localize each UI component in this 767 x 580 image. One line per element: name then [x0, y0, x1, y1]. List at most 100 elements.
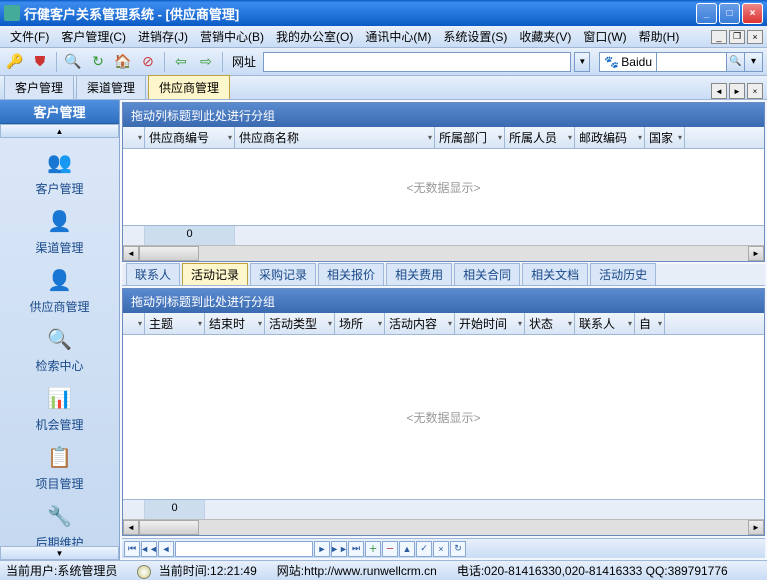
tab-channel-mgmt[interactable]: 渠道管理	[76, 75, 146, 99]
nav-position[interactable]	[175, 541, 313, 557]
tab-supplier-mgmt[interactable]: 供应商管理	[148, 75, 230, 99]
upper-col-2[interactable]: 所属部门▾	[435, 127, 505, 148]
chevron-down-icon[interactable]: ▾	[518, 319, 522, 328]
menu-window[interactable]: 窗口(W)	[577, 26, 632, 47]
nav-last[interactable]: ⏭	[348, 541, 364, 557]
home-icon[interactable]: 🏠	[112, 51, 134, 73]
lower-col-1[interactable]: 结束时▾	[205, 313, 265, 334]
sub-tab-2[interactable]: 采购记录	[250, 263, 316, 285]
sidebar-item-2[interactable]: 👤 供应商管理	[0, 260, 119, 319]
lower-col-4[interactable]: 活动内容▾	[385, 313, 455, 334]
close-button[interactable]: ×	[742, 3, 763, 24]
hscroll-thumb[interactable]	[139, 520, 199, 535]
tab-customer-mgmt[interactable]: 客户管理	[4, 75, 74, 99]
chevron-down-icon[interactable]: ▾	[658, 319, 662, 328]
chevron-down-icon[interactable]: ▾	[628, 319, 632, 328]
lower-col-0[interactable]: 主题▾	[145, 313, 205, 334]
chevron-down-icon[interactable]: ▾	[198, 319, 202, 328]
upper-col-4[interactable]: 邮政编码▾	[575, 127, 645, 148]
hscroll-left-icon[interactable]: ◄	[123, 246, 139, 261]
nav-next[interactable]: ►	[314, 541, 330, 557]
hscroll-right-icon[interactable]: ►	[748, 520, 764, 535]
shield-icon[interactable]: ⛊	[29, 51, 51, 73]
back-icon[interactable]: ⇦	[170, 51, 192, 73]
nav-check[interactable]: ✓	[416, 541, 432, 557]
lower-col-8[interactable]: 自▾	[635, 313, 665, 334]
tab-close[interactable]: ×	[747, 83, 763, 99]
menu-favorites[interactable]: 收藏夹(V)	[513, 26, 577, 47]
nav-prev[interactable]: ◄	[158, 541, 174, 557]
forward-icon[interactable]: ⇨	[195, 51, 217, 73]
sidebar-item-3[interactable]: 🔍 检索中心	[0, 319, 119, 378]
refresh-icon[interactable]: ↻	[87, 51, 109, 73]
nav-delete[interactable]: －	[382, 541, 398, 557]
chevron-down-icon[interactable]: ▾	[448, 319, 452, 328]
menu-customer[interactable]: 客户管理(C)	[55, 26, 132, 47]
sidebar-item-5[interactable]: 📋 项目管理	[0, 437, 119, 496]
upper-group-bar[interactable]: 拖动列标题到此处进行分组	[123, 103, 764, 127]
upper-col-1[interactable]: 供应商名称▾	[235, 127, 435, 148]
sub-tab-1[interactable]: 活动记录	[182, 263, 248, 285]
menu-marketing[interactable]: 营销中心(B)	[194, 26, 270, 47]
nav-prev-page[interactable]: ◄◄	[141, 541, 157, 557]
nav-first[interactable]: ⏮	[124, 541, 140, 557]
search-go-button[interactable]: 🔍	[727, 52, 745, 72]
lower-col-7[interactable]: 联系人▾	[575, 313, 635, 334]
sub-tab-4[interactable]: 相关费用	[386, 263, 452, 285]
chevron-down-icon[interactable]: ▾	[228, 133, 232, 142]
address-input[interactable]	[263, 52, 571, 72]
lower-col-6[interactable]: 状态▾	[525, 313, 575, 334]
lower-hscroll[interactable]: ◄ ►	[123, 519, 764, 535]
nav-refresh[interactable]: ↻	[450, 541, 466, 557]
chevron-down-icon[interactable]: ▾	[638, 133, 642, 142]
mdi-minimize[interactable]: _	[711, 30, 727, 44]
maximize-button[interactable]: □	[719, 3, 740, 24]
row-indicator-head[interactable]: ▾	[123, 127, 145, 148]
sidebar-scroll-down[interactable]: ▼	[0, 546, 119, 560]
sidebar-scroll-up[interactable]: ▲	[0, 124, 119, 138]
nav-add[interactable]: ＋	[365, 541, 381, 557]
tab-scroll-right[interactable]: ►	[729, 83, 745, 99]
sub-tab-5[interactable]: 相关合同	[454, 263, 520, 285]
chevron-down-icon[interactable]: ▾	[428, 133, 432, 142]
search-input[interactable]	[657, 52, 727, 72]
minimize-button[interactable]: _	[696, 3, 717, 24]
lower-col-5[interactable]: 开始时间▾	[455, 313, 525, 334]
upper-col-0[interactable]: 供应商编号▾	[145, 127, 235, 148]
key-icon[interactable]: 🔑	[4, 51, 26, 73]
search-icon[interactable]: 🔍	[62, 51, 84, 73]
address-dropdown[interactable]: ▼	[574, 52, 590, 72]
menu-office[interactable]: 我的办公室(O)	[270, 26, 359, 47]
chevron-down-icon[interactable]: ▾	[568, 319, 572, 328]
sidebar-item-0[interactable]: 👥 客户管理	[0, 142, 119, 201]
lower-group-bar[interactable]: 拖动列标题到此处进行分组	[123, 289, 764, 313]
hscroll-left-icon[interactable]: ◄	[123, 520, 139, 535]
lower-col-3[interactable]: 场所▾	[335, 313, 385, 334]
nav-edit[interactable]: ▲	[399, 541, 415, 557]
menu-help[interactable]: 帮助(H)	[633, 26, 686, 47]
upper-col-3[interactable]: 所属人员▾	[505, 127, 575, 148]
search-dropdown[interactable]: ▾	[745, 52, 763, 72]
tab-scroll-left[interactable]: ◄	[711, 83, 727, 99]
nav-cancel[interactable]: ×	[433, 541, 449, 557]
sub-tab-0[interactable]: 联系人	[126, 263, 180, 285]
mdi-close[interactable]: ×	[747, 30, 763, 44]
menu-file[interactable]: 文件(F)	[4, 26, 55, 47]
chevron-down-icon[interactable]: ▾	[498, 133, 502, 142]
menu-settings[interactable]: 系统设置(S)	[437, 26, 513, 47]
sidebar-item-6[interactable]: 🔧 后期维护	[0, 496, 119, 546]
upper-col-5[interactable]: 国家▾	[645, 127, 685, 148]
row-indicator-head[interactable]: ▾	[123, 313, 145, 334]
menu-stock[interactable]: 进销存(J)	[132, 26, 194, 47]
hscroll-thumb[interactable]	[139, 246, 199, 261]
hscroll-right-icon[interactable]: ►	[748, 246, 764, 261]
chevron-down-icon[interactable]: ▾	[678, 133, 682, 142]
sub-tab-3[interactable]: 相关报价	[318, 263, 384, 285]
chevron-down-icon[interactable]: ▾	[568, 133, 572, 142]
upper-hscroll[interactable]: ◄ ►	[123, 245, 764, 261]
sub-tab-6[interactable]: 相关文档	[522, 263, 588, 285]
sidebar-item-4[interactable]: 📊 机会管理	[0, 378, 119, 437]
lower-col-2[interactable]: 活动类型▾	[265, 313, 335, 334]
sidebar-item-1[interactable]: 👤 渠道管理	[0, 201, 119, 260]
chevron-down-icon[interactable]: ▾	[328, 319, 332, 328]
